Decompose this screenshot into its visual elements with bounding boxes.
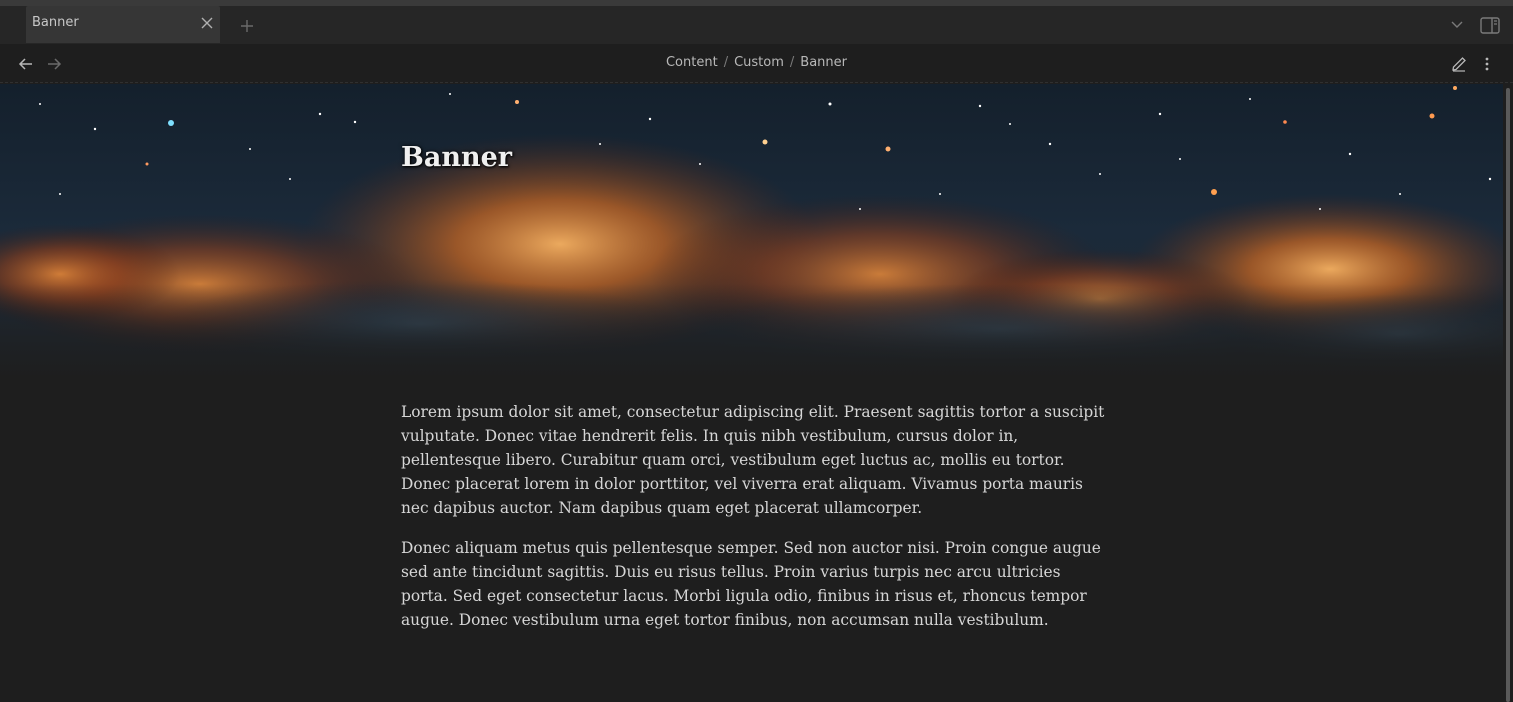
scrollbar[interactable] xyxy=(1503,84,1513,702)
paragraph: Lorem ipsum dolor sit amet, consectetur … xyxy=(401,403,1105,517)
tab-banner[interactable]: Banner xyxy=(26,6,220,43)
chevron-down-icon[interactable] xyxy=(1450,20,1464,30)
more-vertical-icon[interactable] xyxy=(1480,55,1494,73)
paragraph: Donec aliquam metus quis pellentesque se… xyxy=(401,539,1101,629)
pencil-icon[interactable] xyxy=(1450,55,1468,73)
note-content: Banner Lorem ipsum dolor sit amet, conse… xyxy=(0,84,1503,702)
breadcrumb-separator: / xyxy=(789,55,795,70)
breadcrumb-item-custom[interactable]: Custom xyxy=(734,55,784,70)
banner-fade xyxy=(0,284,1503,379)
close-icon[interactable] xyxy=(200,16,214,30)
breadcrumb-separator: / xyxy=(723,55,729,70)
scrollbar-thumb[interactable] xyxy=(1506,88,1510,702)
sidebar-right-icon[interactable] xyxy=(1480,17,1500,34)
navigation-bar: Content / Custom / Banner xyxy=(0,44,1513,83)
tab-title: Banner xyxy=(32,15,79,30)
breadcrumb-item-content[interactable]: Content xyxy=(666,55,718,70)
note-body: Lorem ipsum dolor sit amet, consectetur … xyxy=(401,400,1106,648)
tab-bar: Banner xyxy=(0,6,1513,44)
plus-icon[interactable] xyxy=(239,18,255,34)
page-title: Banner xyxy=(401,142,512,173)
banner-image: Banner xyxy=(0,84,1503,379)
breadcrumb: Content / Custom / Banner xyxy=(0,55,1513,70)
breadcrumb-item-banner[interactable]: Banner xyxy=(800,55,847,70)
